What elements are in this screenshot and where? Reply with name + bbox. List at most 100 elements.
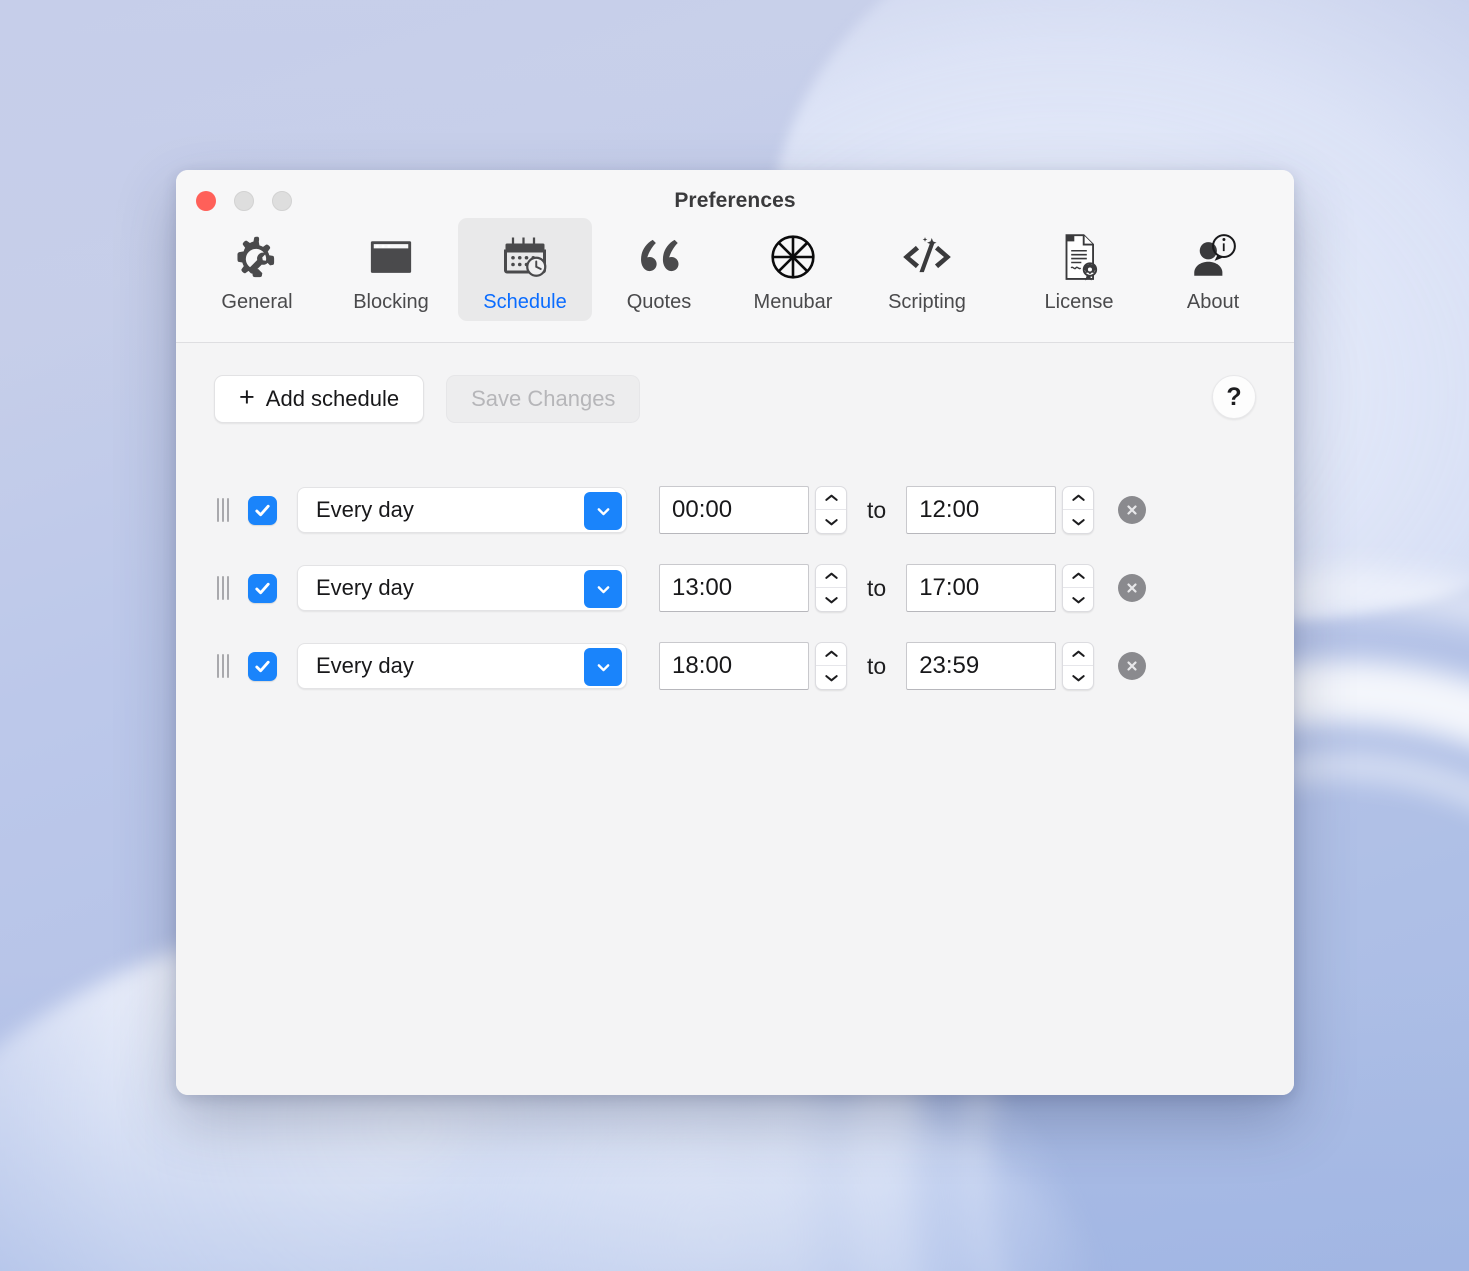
help-button[interactable]: ? bbox=[1212, 375, 1256, 419]
checkmark-icon bbox=[255, 504, 270, 516]
tab-schedule[interactable]: Schedule bbox=[458, 218, 592, 321]
tab-blocking[interactable]: Blocking bbox=[324, 218, 458, 321]
drag-handle-icon[interactable] bbox=[212, 497, 234, 523]
start-time-input[interactable]: 00:00 bbox=[659, 486, 809, 534]
day-select[interactable]: Every day bbox=[297, 487, 627, 533]
start-time-stepper[interactable] bbox=[815, 642, 847, 690]
stepper-down-icon[interactable] bbox=[1063, 666, 1093, 689]
stepper-up-icon[interactable] bbox=[1063, 565, 1094, 588]
tab-menubar[interactable]: Menubar bbox=[726, 218, 860, 321]
stepper-up-icon[interactable] bbox=[1063, 643, 1094, 666]
stepper-up-icon[interactable] bbox=[1063, 487, 1094, 510]
stepper-down-icon[interactable] bbox=[816, 510, 846, 533]
plus-icon: + bbox=[239, 382, 255, 413]
save-changes-button[interactable]: Save Changes bbox=[446, 375, 641, 423]
end-time-stepper[interactable] bbox=[1062, 486, 1095, 534]
schedule-rows: Every day 00:00 to 12:00 Every day 13:00… bbox=[176, 471, 1294, 705]
end-time-input[interactable]: 17:00 bbox=[906, 564, 1057, 612]
aperture-icon bbox=[761, 228, 825, 286]
schedule-row: Every day 18:00 to 23:59 bbox=[176, 627, 1294, 705]
end-time-stepper[interactable] bbox=[1062, 642, 1095, 690]
to-label: to bbox=[867, 496, 887, 523]
drag-handle-icon[interactable] bbox=[212, 575, 234, 601]
tab-quotes-label: Quotes bbox=[626, 291, 692, 313]
start-time-stepper[interactable] bbox=[815, 564, 847, 612]
remove-schedule-button[interactable] bbox=[1118, 496, 1147, 524]
add-schedule-label: Add schedule bbox=[265, 386, 400, 411]
end-time-value: 23:59 bbox=[919, 652, 980, 679]
remove-schedule-button[interactable] bbox=[1118, 574, 1147, 602]
tab-general[interactable]: General bbox=[190, 218, 324, 321]
day-select-value: Every day bbox=[316, 497, 414, 522]
checkmark-icon bbox=[255, 582, 270, 594]
stepper-up-icon[interactable] bbox=[816, 565, 846, 588]
day-select-value: Every day bbox=[316, 653, 414, 678]
stepper-down-icon[interactable] bbox=[816, 666, 846, 689]
schedule-enabled-checkbox[interactable] bbox=[248, 651, 277, 681]
tab-scripting[interactable]: Scripting bbox=[860, 218, 994, 321]
day-select[interactable]: Every day bbox=[297, 643, 627, 689]
start-time-value: 13:00 bbox=[672, 574, 733, 601]
code-sparkle-icon bbox=[895, 228, 959, 286]
end-time-stepper[interactable] bbox=[1062, 564, 1095, 612]
browser-window-icon bbox=[359, 228, 423, 286]
schedule-enabled-checkbox[interactable] bbox=[248, 573, 277, 603]
end-time-value: 12:00 bbox=[919, 496, 980, 523]
tab-menubar-label: Menubar bbox=[753, 291, 833, 313]
tab-quotes[interactable]: Quotes bbox=[592, 218, 726, 321]
preferences-window: Preferences General Blocking Schedule Qu… bbox=[176, 170, 1294, 1095]
stepper-down-icon[interactable] bbox=[1063, 588, 1093, 611]
tab-general-label: General bbox=[221, 291, 293, 313]
tab-about[interactable]: About bbox=[1146, 218, 1280, 321]
schedule-row: Every day 00:00 to 12:00 bbox=[176, 471, 1294, 549]
end-time-input[interactable]: 12:00 bbox=[906, 486, 1057, 534]
end-time-value: 17:00 bbox=[919, 574, 980, 601]
certificate-document-icon bbox=[1047, 228, 1111, 286]
day-select-value: Every day bbox=[316, 575, 414, 600]
window-title: Preferences bbox=[674, 189, 796, 212]
schedule-row: Every day 13:00 to 17:00 bbox=[176, 549, 1294, 627]
action-button-row: + Add schedule Save Changes bbox=[214, 375, 641, 423]
chevron-down-icon[interactable] bbox=[584, 648, 622, 686]
start-time-stepper[interactable] bbox=[815, 486, 847, 534]
to-label: to bbox=[867, 652, 887, 679]
remove-schedule-button[interactable] bbox=[1118, 652, 1147, 680]
stepper-down-icon[interactable] bbox=[816, 588, 846, 611]
end-time-input[interactable]: 23:59 bbox=[906, 642, 1057, 690]
wallpaper-swoosh-lower-center bbox=[330, 1080, 1110, 1271]
save-changes-label: Save Changes bbox=[471, 386, 616, 411]
tab-blocking-label: Blocking bbox=[353, 291, 429, 313]
start-time-input[interactable]: 18:00 bbox=[659, 642, 809, 690]
desktop-wallpaper: Preferences General Blocking Schedule Qu… bbox=[0, 0, 1469, 1271]
tab-schedule-label: Schedule bbox=[483, 291, 567, 313]
close-icon bbox=[1127, 583, 1137, 593]
stepper-up-icon[interactable] bbox=[816, 487, 846, 510]
schedule-panel: + Add schedule Save Changes ? Every day … bbox=[176, 343, 1294, 1095]
quote-marks-icon bbox=[627, 228, 691, 286]
start-time-value: 18:00 bbox=[672, 652, 733, 679]
tab-license[interactable]: License bbox=[1012, 218, 1146, 321]
start-time-input[interactable]: 13:00 bbox=[659, 564, 809, 612]
start-time-value: 00:00 bbox=[672, 496, 733, 523]
stepper-up-icon[interactable] bbox=[816, 643, 846, 666]
close-icon bbox=[1127, 661, 1137, 671]
to-label: to bbox=[867, 574, 887, 601]
window-toolbar: Preferences General Blocking Schedule Qu… bbox=[176, 170, 1294, 343]
chevron-down-icon[interactable] bbox=[584, 570, 622, 608]
toolbar-tabs: General Blocking Schedule Quotes Menubar… bbox=[176, 218, 1294, 336]
checkmark-icon bbox=[255, 660, 270, 672]
calendar-clock-icon bbox=[493, 228, 557, 286]
tab-license-label: License bbox=[1044, 291, 1114, 313]
close-icon bbox=[1127, 505, 1137, 515]
schedule-enabled-checkbox[interactable] bbox=[248, 495, 277, 525]
person-info-icon bbox=[1181, 228, 1245, 286]
gear-wrench-icon bbox=[225, 228, 289, 286]
chevron-down-icon[interactable] bbox=[584, 492, 622, 530]
day-select[interactable]: Every day bbox=[297, 565, 627, 611]
drag-handle-icon[interactable] bbox=[212, 653, 234, 679]
tab-scripting-label: Scripting bbox=[888, 291, 966, 313]
help-question-icon: ? bbox=[1226, 382, 1242, 411]
stepper-down-icon[interactable] bbox=[1063, 510, 1093, 533]
tab-about-label: About bbox=[1186, 291, 1240, 313]
add-schedule-button[interactable]: + Add schedule bbox=[214, 375, 425, 423]
